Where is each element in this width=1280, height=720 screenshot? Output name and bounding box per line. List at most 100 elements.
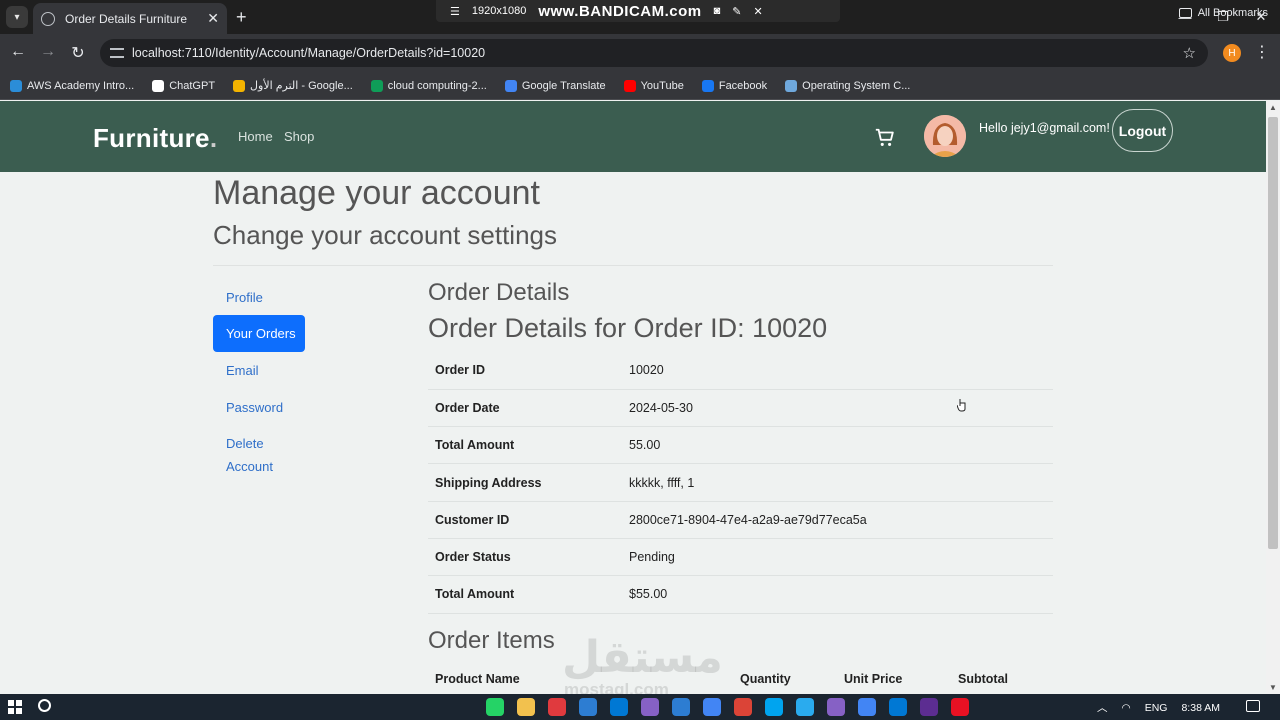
cart-icon[interactable] <box>874 127 896 149</box>
sidebar-item-delete[interactable]: Delete <box>213 432 305 455</box>
all-bookmarks-label: All Bookmarks <box>1197 7 1268 19</box>
column-quantity: Quantity <box>740 672 791 686</box>
bookmark-item[interactable]: Operating System C... <box>785 79 910 92</box>
wifi-icon[interactable]: ◠ <box>1122 702 1131 714</box>
profile-avatar[interactable]: H <box>1223 44 1241 62</box>
bookmark-label: ChatGPT <box>169 79 216 92</box>
site-info-icon[interactable] <box>110 48 124 58</box>
taskbar-app-icon[interactable] <box>672 698 690 716</box>
taskbar-app-icon[interactable] <box>765 698 783 716</box>
bookmark-item[interactable]: Facebook <box>701 79 768 92</box>
taskbar-apps <box>486 698 969 716</box>
pencil-icon: ✎ <box>732 5 742 18</box>
row-label: Total Amount <box>428 426 622 465</box>
row-label: Order ID <box>428 352 622 390</box>
row-value: $55.00 <box>622 575 1053 614</box>
site-logo[interactable]: Furniture. <box>93 123 217 154</box>
logo-text: Furniture <box>93 123 210 153</box>
sidebar-item-profile[interactable]: Profile <box>213 286 305 309</box>
user-avatar[interactable] <box>924 115 966 157</box>
clock[interactable]: 8:38 AM <box>1181 702 1220 714</box>
scrollbar-thumb[interactable] <box>1268 117 1278 549</box>
browser-menu-icon[interactable]: ⋮ <box>1254 42 1270 62</box>
bookmark-favicon-icon <box>152 79 165 92</box>
forward-arrow-icon[interactable]: → <box>38 43 58 61</box>
table-row: Order ID 10020 <box>428 352 1053 390</box>
chevron-up-icon[interactable]: ︿ <box>1097 700 1108 715</box>
scroll-up-arrow-icon[interactable]: ▲ <box>1269 103 1277 112</box>
recorder-overlay: ☰ 1920x1080 www.BANDICAM.com ◙ ✎ ✕ <box>436 0 840 22</box>
language-indicator[interactable]: ENG <box>1145 702 1168 714</box>
taskbar-app-icon[interactable] <box>858 698 876 716</box>
table-row: Customer ID 2800ce71-8904-47e4-a2a9-ae79d… <box>428 501 1053 539</box>
row-label: Order Date <box>428 389 622 428</box>
bookmark-label: AWS Academy Intro... <box>27 79 135 92</box>
url-field[interactable]: localhost:7110/Identity/Account/Manage/O… <box>100 39 1208 67</box>
table-row: Shipping Address kkkkk, ffff, 1 <box>428 463 1053 502</box>
camera-icon: ◙ <box>713 5 721 17</box>
bookmark-label: Facebook <box>718 79 768 92</box>
address-bar: ← → ↻ localhost:7110/Identity/Account/Ma… <box>0 34 1280 72</box>
bookmark-item[interactable]: cloud computing-2... <box>370 79 487 92</box>
row-value: 55.00 <box>622 426 1053 465</box>
bookmark-label: cloud computing-2... <box>387 79 487 92</box>
row-label: Total Amount <box>428 575 622 614</box>
site-header: Furniture. Home Shop Hello jejy1@gmail.c… <box>0 101 1266 172</box>
bookmark-favicon-icon <box>623 79 636 92</box>
bookmark-item[interactable]: الترم الأول - Google... <box>233 79 353 92</box>
sidebar-item-email[interactable]: Email <box>213 359 305 382</box>
scroll-down-arrow-icon[interactable]: ▼ <box>1269 683 1277 692</box>
bookmark-star-icon[interactable]: ☆ <box>1183 44 1196 62</box>
taskbar-app-icon[interactable] <box>951 698 969 716</box>
page-title: Manage your account <box>213 174 540 212</box>
taskbar-app-icon[interactable] <box>920 698 938 716</box>
bookmark-item[interactable]: Google Translate <box>504 79 606 92</box>
bookmark-item[interactable]: ChatGPT <box>152 79 216 92</box>
bookmark-favicon-icon <box>785 79 798 92</box>
bookmark-favicon-icon <box>233 79 246 92</box>
windows-start-icon[interactable] <box>8 700 22 714</box>
nav-shop-link[interactable]: Shop <box>284 129 314 144</box>
order-id-heading: Order Details for Order ID: 10020 <box>428 313 828 343</box>
sidebar-item-account[interactable]: Account <box>213 455 305 478</box>
bookmark-item[interactable]: AWS Academy Intro... <box>10 79 135 92</box>
taskbar-app-icon[interactable] <box>610 698 628 716</box>
back-arrow-icon[interactable]: ← <box>8 43 28 61</box>
system-tray: ︿ ◠ ENG 8:38 AM <box>1097 700 1220 715</box>
close-icon: ✕ <box>753 5 763 18</box>
taskbar-app-icon[interactable] <box>579 698 597 716</box>
taskbar-app-icon[interactable] <box>889 698 907 716</box>
search-icon[interactable] <box>38 699 51 712</box>
row-value: kkkkk, ffff, 1 <box>622 463 1053 502</box>
taskbar-app-icon[interactable] <box>796 698 814 716</box>
taskbar-app-icon[interactable] <box>703 698 721 716</box>
reload-icon[interactable]: ↻ <box>68 43 88 63</box>
taskbar-app-icon[interactable] <box>548 698 566 716</box>
url-text: localhost:7110/Identity/Account/Manage/O… <box>132 46 486 60</box>
bookmark-item[interactable]: YouTube <box>623 79 684 92</box>
row-label: Customer ID <box>428 501 622 539</box>
all-bookmarks-button[interactable]: All Bookmarks <box>1178 7 1268 19</box>
divider <box>213 265 1053 266</box>
table-row: Order Status Pending <box>428 538 1053 577</box>
taskbar-app-icon[interactable] <box>641 698 659 716</box>
sidebar-item-password[interactable]: Password <box>213 396 305 419</box>
menu-icon: ☰ <box>450 5 460 18</box>
tab-title: Order Details Furniture <box>65 11 188 26</box>
new-tab-button[interactable]: + <box>236 6 247 28</box>
logout-button[interactable]: Logout <box>1112 109 1173 152</box>
browser-tab[interactable]: Order Details Furniture ✕ <box>33 3 227 34</box>
notification-icon[interactable] <box>1246 700 1260 712</box>
browser-tab-bar: ▾ Order Details Furniture ✕ + ☰ 1920x108… <box>0 0 1280 34</box>
close-tab-icon[interactable]: ✕ <box>207 10 219 27</box>
taskbar-app-icon[interactable] <box>486 698 504 716</box>
taskbar-app-icon[interactable] <box>517 698 535 716</box>
tab-search-button[interactable]: ▾ <box>6 6 28 28</box>
page-scrollbar[interactable]: ▲ ▼ <box>1266 101 1280 694</box>
nav-home-link[interactable]: Home <box>238 129 273 144</box>
sidebar-item-your-orders[interactable]: Your Orders <box>213 315 305 352</box>
taskbar-app-icon[interactable] <box>734 698 752 716</box>
bookmark-favicon-icon <box>10 79 22 92</box>
column-product-name: Product Name <box>435 672 520 686</box>
taskbar-app-icon[interactable] <box>827 698 845 716</box>
